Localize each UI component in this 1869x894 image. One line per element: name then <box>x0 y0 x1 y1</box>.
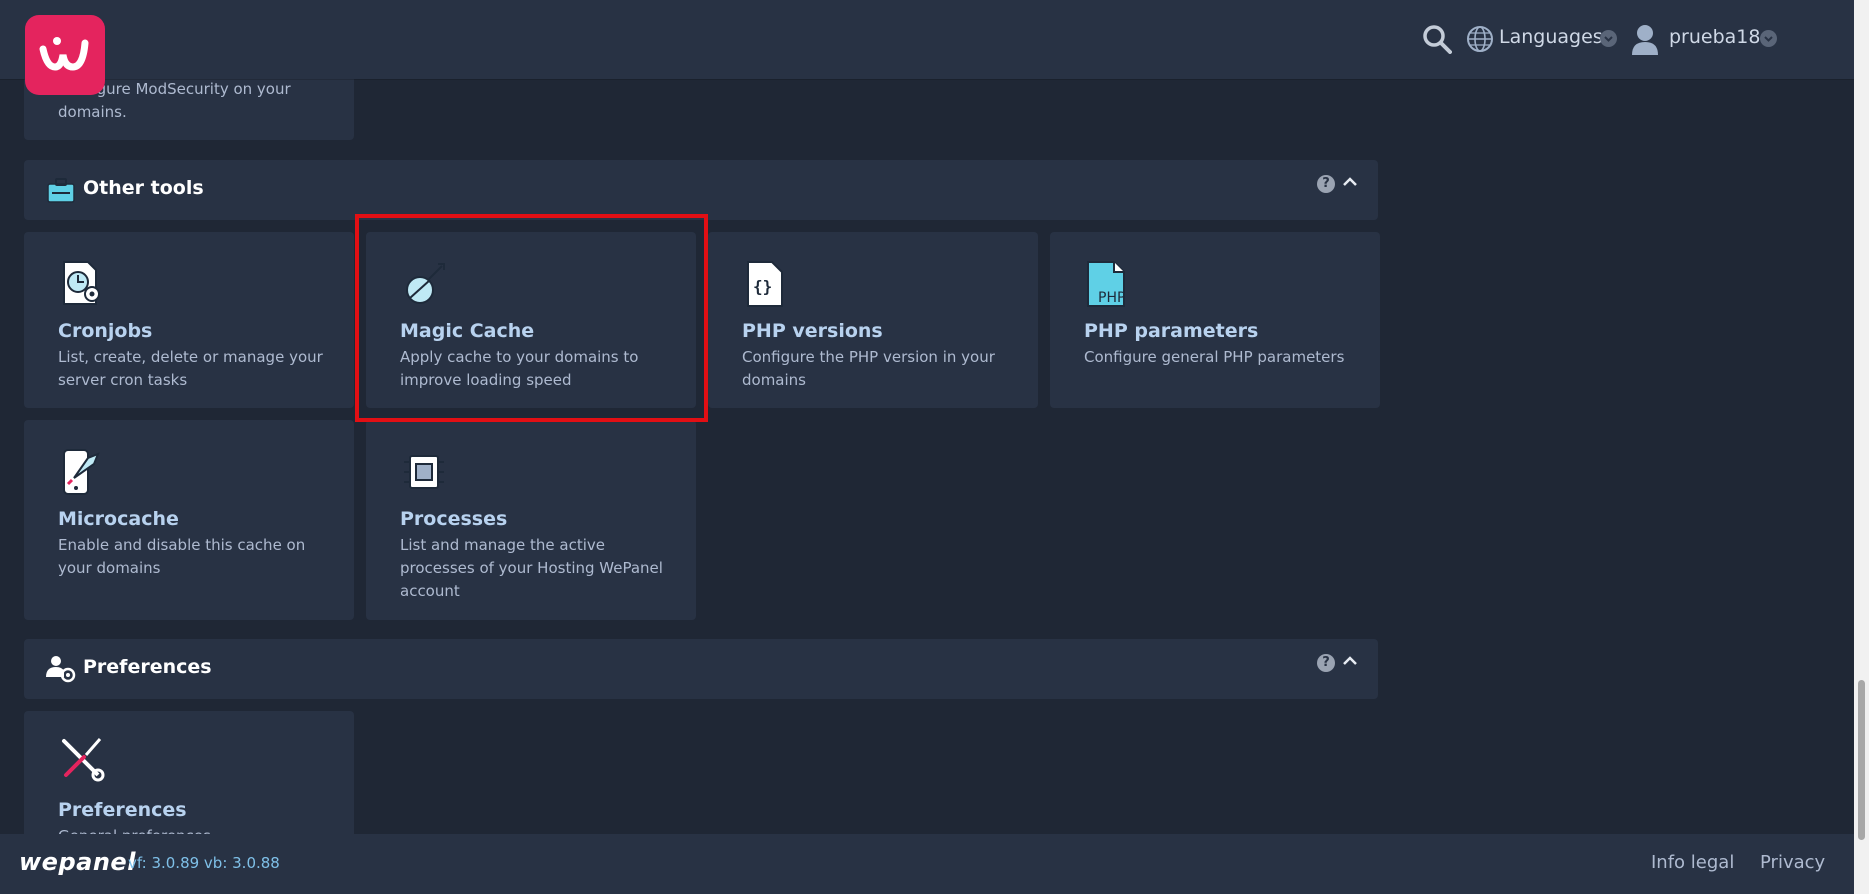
card-title: PHP parameters <box>1084 320 1259 342</box>
toolbox-icon <box>47 178 75 203</box>
tools-wrench-screwdriver-icon <box>62 738 105 782</box>
php-parameters-card[interactable]: PHP PHP parameters Configure general PHP… <box>1050 232 1380 408</box>
card-title: PHP versions <box>742 320 883 342</box>
processes-chip-icon <box>404 455 444 489</box>
svg-text:PHP: PHP <box>1098 290 1125 306</box>
cronjob-clock-gear-icon <box>63 261 100 305</box>
card-description: List and manage the active processes of … <box>400 536 663 600</box>
scrollbar-thumb[interactable] <box>1858 680 1865 840</box>
info-legal-link[interactable]: Info legal <box>1651 852 1734 873</box>
cronjobs-card[interactable]: Cronjobs List, create, delete or manage … <box>24 232 354 408</box>
help-icon[interactable]: ? <box>1317 175 1335 193</box>
help-icon[interactable]: ? <box>1317 654 1335 672</box>
version-info: vf: 3.0.89 vb: 3.0.88 <box>128 854 280 872</box>
php-parameters-file-icon: PHP <box>1087 261 1125 307</box>
search-icon[interactable] <box>1422 24 1452 54</box>
chevron-down-icon[interactable] <box>1600 30 1617 47</box>
preferences-section-header[interactable]: Preferences ? <box>24 639 1378 699</box>
chevron-down-icon[interactable] <box>1760 30 1777 47</box>
section-title: Preferences <box>83 656 212 678</box>
microcache-card[interactable]: Microcache Enable and disable this cache… <box>24 420 354 620</box>
footer: wepanel vf: 3.0.89 vb: 3.0.88 Info legal… <box>0 834 1854 894</box>
card-description: Configure the PHP version in your domain… <box>742 348 995 389</box>
processes-card[interactable]: Processes List and manage the active pro… <box>366 420 696 620</box>
page-scrollbar[interactable] <box>1854 0 1869 894</box>
php-versions-card[interactable]: {} PHP versions Configure the PHP versio… <box>708 232 1038 408</box>
wepanel-logo-icon[interactable] <box>25 15 105 95</box>
microcache-phone-rocket-icon <box>63 449 100 495</box>
svg-text:{}: {} <box>753 277 772 296</box>
user-menu[interactable]: prueba18 <box>1669 26 1760 48</box>
php-versions-code-file-icon: {} <box>747 261 783 307</box>
card-description: Configure general PHP parameters <box>1084 348 1345 366</box>
other-tools-section-header[interactable]: Other tools ? <box>24 160 1378 220</box>
chevron-up-icon[interactable] <box>1342 174 1358 190</box>
chevron-up-icon[interactable] <box>1342 653 1358 669</box>
privacy-link[interactable]: Privacy <box>1760 852 1825 873</box>
highlight-frame <box>355 214 708 422</box>
card-title: Microcache <box>58 508 179 530</box>
user-icon[interactable] <box>1630 23 1660 55</box>
wepanel-brand-logo[interactable]: wepanel <box>19 848 136 876</box>
card-title: Cronjobs <box>58 320 153 342</box>
card-description: List, create, delete or manage your serv… <box>58 348 323 389</box>
user-settings-icon <box>46 656 76 683</box>
section-title: Other tools <box>83 177 204 199</box>
languages-menu[interactable]: Languages <box>1499 26 1603 48</box>
card-title: Preferences <box>58 799 187 821</box>
card-description: Enable and disable this cache on your do… <box>58 536 306 577</box>
card-title: Processes <box>400 508 508 530</box>
globe-icon <box>1467 26 1493 52</box>
